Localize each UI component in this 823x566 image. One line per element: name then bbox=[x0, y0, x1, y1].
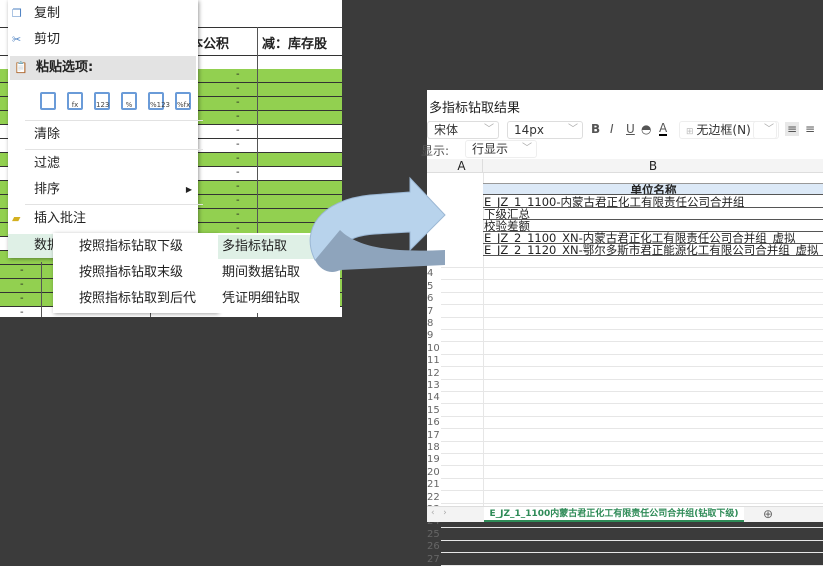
result-cell[interactable]: E_JZ_1_1100-内蒙古君正化工有限责任公司合并组 bbox=[483, 196, 823, 208]
row-number[interactable]: 10 bbox=[427, 343, 441, 354]
row-number[interactable]: 13 bbox=[427, 380, 441, 391]
row-number[interactable]: 12 bbox=[427, 368, 441, 379]
italic-button[interactable]: I bbox=[610, 122, 614, 136]
paste-formula-format-icon[interactable]: %fx bbox=[175, 92, 191, 110]
cell-value: - bbox=[236, 167, 240, 178]
row-number[interactable]: 15 bbox=[427, 405, 441, 416]
border-dropdown-button[interactable]: ﹀ bbox=[753, 121, 779, 139]
row-number[interactable]: 19 bbox=[427, 454, 441, 465]
row-number[interactable]: 9 bbox=[427, 330, 441, 341]
paste-values-icon[interactable]: 123 bbox=[94, 92, 110, 110]
row-number[interactable]: 18 bbox=[427, 442, 441, 453]
arrow-icon bbox=[309, 176, 446, 272]
align-center-icon[interactable]: ≡ bbox=[805, 122, 815, 136]
paste-formula-icon[interactable]: fx bbox=[67, 92, 83, 110]
row-number[interactable]: 14 bbox=[427, 392, 441, 403]
voucher-detail-drill[interactable]: 凭证明细钻取 bbox=[218, 287, 340, 311]
paste-icon: 📋 bbox=[14, 61, 28, 74]
cell-value: - bbox=[236, 125, 240, 136]
cell-value: - bbox=[20, 265, 24, 276]
menu-item-sort[interactable]: 排序 ▶ bbox=[8, 178, 198, 202]
menu-item-filter[interactable]: 过滤 bbox=[8, 152, 198, 176]
menu-item-clear[interactable]: 清除 bbox=[8, 123, 198, 147]
row-number[interactable]: 26 bbox=[427, 541, 441, 552]
cell-value: - bbox=[236, 209, 240, 220]
result-cell[interactable]: 校验差额 bbox=[483, 220, 823, 232]
result-cell[interactable]: E_JZ_2_1120_XN-鄂尔多斯市君正能源化工有限公司合并组_虚拟 bbox=[483, 244, 823, 256]
font-color-icon[interactable]: A bbox=[659, 122, 668, 136]
sheet-tab-active[interactable]: E_JZ_1_1100内蒙古君正化工有限责任公司合并组(钻取下级) bbox=[484, 507, 744, 522]
drill-children[interactable]: 按照指标钻取下级 bbox=[53, 235, 218, 259]
cell-value: - bbox=[236, 153, 240, 164]
drill-descendants[interactable]: 按照指标钻取到后代 bbox=[53, 287, 218, 311]
underline-button[interactable]: U bbox=[626, 122, 635, 136]
display-label: 显示: bbox=[421, 144, 450, 158]
drill-leaf[interactable]: 按照指标钻取末级 bbox=[53, 261, 218, 285]
menu-item-copy[interactable]: ❐ 复制 bbox=[8, 2, 198, 26]
row-number[interactable]: 25 bbox=[427, 529, 441, 540]
cell-value: - bbox=[236, 181, 240, 192]
row-number[interactable]: 6 bbox=[427, 293, 441, 304]
cell-value: - bbox=[236, 69, 240, 80]
row-number[interactable]: 8 bbox=[427, 318, 441, 329]
paste-format-icon[interactable]: % bbox=[121, 92, 137, 110]
font-size-select[interactable]: 14px ﹀ bbox=[507, 121, 583, 139]
row-number[interactable]: 21 bbox=[427, 479, 441, 490]
tab-prev-icon[interactable]: ‹ › bbox=[431, 508, 447, 518]
drill-result-window: 多指标钻取结果 宋体 ﹀ 14px ﹀ B I U ◓ A ⊞ 无边框(N) ﹀ ≡… bbox=[421, 90, 823, 566]
row-number[interactable]: 20 bbox=[427, 467, 441, 478]
column-header-b[interactable]: B bbox=[483, 159, 823, 173]
row-number[interactable]: 16 bbox=[427, 417, 441, 428]
paste-icon[interactable] bbox=[40, 92, 56, 110]
fill-color-icon[interactable]: ◓ bbox=[641, 122, 651, 136]
cell-value: - bbox=[236, 111, 240, 122]
cell-value: - bbox=[236, 83, 240, 94]
row-number[interactable]: 17 bbox=[427, 430, 441, 441]
font-select[interactable]: 宋体 ﹀ bbox=[427, 121, 499, 139]
align-left-icon[interactable]: ≡ bbox=[785, 122, 800, 136]
cell-value: - bbox=[236, 195, 240, 206]
display-select[interactable]: 行显示 ﹀ bbox=[465, 140, 537, 158]
cell-value: - bbox=[236, 97, 240, 108]
sheet-tabs: ‹ › E_JZ_1_1100内蒙古君正化工有限责任公司合并组(钻取下级) ⊕ bbox=[427, 506, 823, 522]
add-sheet-icon[interactable]: ⊕ bbox=[763, 507, 773, 521]
drill-submenu: 按照指标钻取下级 按照指标钻取末级 按照指标钻取到后代 bbox=[53, 233, 218, 313]
chevron-right-icon: ▶ bbox=[185, 185, 192, 194]
paste-options-header: 📋 粘贴选项: bbox=[10, 56, 196, 80]
header-cell[interactable]: 单位名称 bbox=[483, 183, 823, 195]
context-menu: ❐ 复制 ✂ 剪切 📋 粘贴选项: fx 123% %123 %fx 清除 过滤 排序 ▶ ▰… bbox=[8, 0, 203, 258]
paste-values-format-icon[interactable]: %123 bbox=[148, 92, 170, 110]
menu-item-cut[interactable]: ✂ 剪切 bbox=[8, 28, 198, 52]
row-number[interactable]: 7 bbox=[427, 306, 441, 317]
row-number[interactable]: 27 bbox=[427, 554, 441, 565]
row-number[interactable]: 5 bbox=[427, 281, 441, 292]
row-number[interactable]: 11 bbox=[427, 355, 441, 366]
row-number[interactable]: 22 bbox=[427, 492, 441, 503]
menu-item-insert-comment[interactable]: ▰ 插入批注 bbox=[8, 207, 198, 231]
bold-button[interactable]: B bbox=[591, 122, 600, 136]
cell-value: - bbox=[236, 139, 240, 150]
window-title: 多指标钻取结果 bbox=[429, 101, 521, 116]
column-header: 减：库存股 bbox=[262, 37, 328, 52]
cell-value: - bbox=[20, 293, 24, 304]
copy-icon: ❐ bbox=[12, 7, 22, 20]
scissors-icon: ✂ bbox=[12, 33, 22, 46]
result-cell[interactable]: 下级汇总 bbox=[483, 208, 823, 220]
comment-icon: ▰ bbox=[12, 212, 21, 225]
cell-value: - bbox=[20, 307, 24, 317]
result-cell[interactable]: E_JZ_2_1100_XN-内蒙古君正化工有限责任公司合并组_虚拟 bbox=[483, 232, 823, 244]
cell-value: - bbox=[20, 279, 24, 290]
